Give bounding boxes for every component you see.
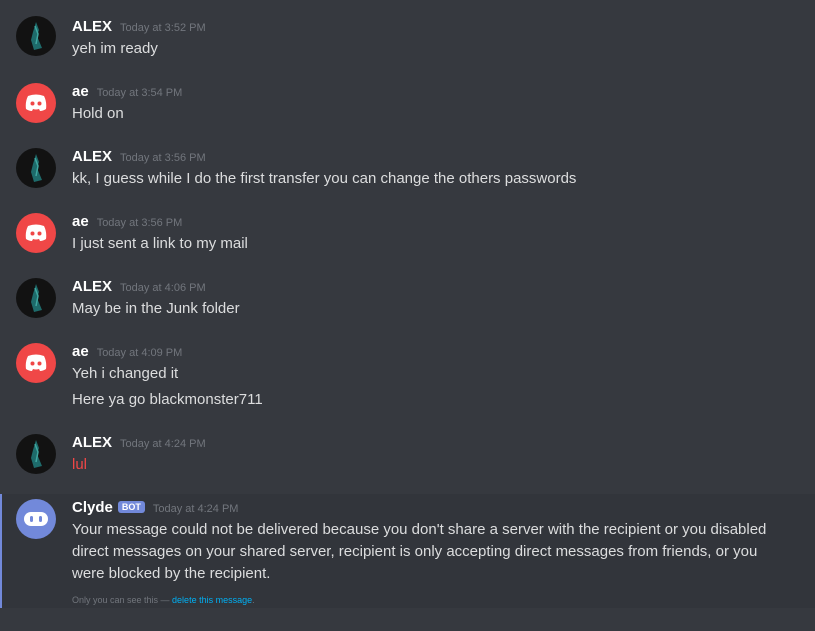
timestamp: Today at 3:54 PM xyxy=(96,87,183,99)
note-suffix: . xyxy=(252,595,255,605)
username[interactable]: ae xyxy=(72,213,89,230)
avatar[interactable] xyxy=(16,213,56,253)
timestamp: Today at 4:24 PM xyxy=(120,438,206,450)
avatar[interactable] xyxy=(16,148,56,188)
avatar[interactable] xyxy=(16,16,56,56)
bot-badge: BOT xyxy=(117,501,145,513)
avatar[interactable] xyxy=(16,499,56,539)
delete-message-link[interactable]: delete this message xyxy=(172,595,252,605)
message-text: Your message could not be delivered beca… xyxy=(72,521,767,582)
chat-bottom xyxy=(0,608,815,631)
username[interactable]: ALEX xyxy=(72,278,112,295)
timestamp: Today at 4:06 PM xyxy=(120,282,206,294)
note-prefix: Only you can see this — xyxy=(72,595,173,605)
username[interactable]: ALEX xyxy=(72,18,112,35)
avatar[interactable] xyxy=(16,83,56,123)
message-text: Yeh i changed it xyxy=(72,365,179,382)
avatar[interactable] xyxy=(16,434,56,474)
timestamp: Today at 3:56 PM xyxy=(120,152,206,164)
message-text: I just sent a link to my mail xyxy=(72,235,248,252)
discord-logo-icon xyxy=(25,224,47,241)
discord-logo-icon xyxy=(25,354,47,371)
message-text: lul xyxy=(72,456,88,473)
message-text: yeh im ready xyxy=(72,40,158,57)
discord-logo-icon xyxy=(25,94,47,111)
message-text: Here ya go blackmonster711 xyxy=(72,391,263,408)
avatar[interactable] xyxy=(16,278,56,318)
username[interactable]: ae xyxy=(72,83,89,100)
timestamp: Today at 4:09 PM xyxy=(96,347,183,359)
username[interactable]: ALEX xyxy=(72,434,112,451)
timestamp: Today at 3:56 PM xyxy=(96,217,183,229)
message-text: Hold on xyxy=(72,105,124,122)
username[interactable]: ALEX xyxy=(72,148,112,165)
username[interactable]: Clyde xyxy=(72,499,113,516)
message-text: kk, I guess while I do the first transfe… xyxy=(72,170,577,187)
timestamp: Today at 4:24 PM xyxy=(152,503,239,515)
ephemeral-note: Only you can see this — delete this mess… xyxy=(72,595,255,605)
avatar[interactable] xyxy=(16,343,56,383)
message-text: May be in the Junk folder xyxy=(72,300,240,317)
username[interactable]: ae xyxy=(72,343,89,360)
clyde-bot-icon xyxy=(24,512,48,526)
timestamp: Today at 3:52 PM xyxy=(120,22,206,34)
